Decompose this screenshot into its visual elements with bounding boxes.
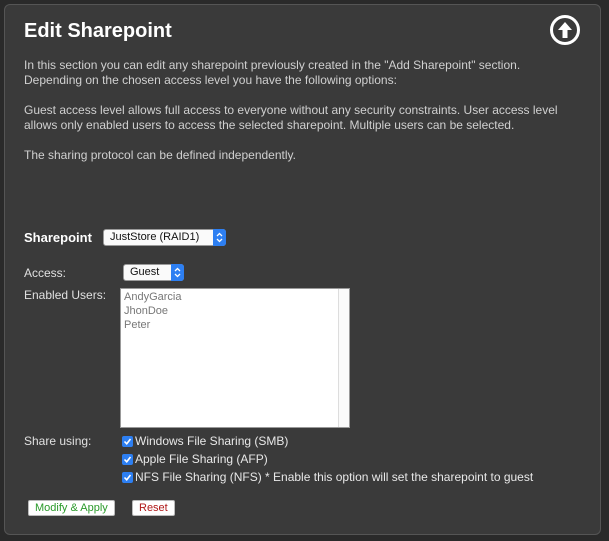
nfs-label: NFS File Sharing (NFS) * Enable this opt… bbox=[135, 470, 534, 484]
checkmark-icon bbox=[123, 474, 132, 481]
scroll-up-button[interactable] bbox=[550, 15, 580, 45]
nfs-checkbox[interactable] bbox=[122, 471, 133, 483]
access-select[interactable]: Guest bbox=[123, 264, 184, 281]
share-using-label: Share using: bbox=[24, 434, 92, 448]
sharepoint-label: Sharepoint bbox=[24, 230, 92, 245]
page-title: Edit Sharepoint bbox=[24, 20, 172, 42]
afp-label: Apple File Sharing (AFP) bbox=[135, 452, 268, 466]
updown-chevron-icon bbox=[171, 264, 184, 281]
modify-apply-button[interactable]: Modify & Apply bbox=[28, 500, 115, 516]
access-select-value: Guest bbox=[130, 266, 160, 278]
afp-checkbox[interactable] bbox=[122, 453, 133, 465]
edit-sharepoint-panel: Edit Sharepoint In this section you can … bbox=[4, 4, 601, 535]
description-paragraph-2: Guest access level allows full access to… bbox=[24, 103, 558, 132]
smb-option: Windows File Sharing (SMB) bbox=[122, 434, 288, 448]
checkmark-icon bbox=[123, 456, 132, 463]
nfs-option: NFS File Sharing (NFS) * Enable this opt… bbox=[122, 470, 533, 484]
description-paragraph-1: In this section you can edit any sharepo… bbox=[24, 58, 521, 87]
description-paragraph-3: The sharing protocol can be defined inde… bbox=[24, 148, 296, 162]
updown-chevron-icon bbox=[213, 229, 226, 246]
enabled-users-label: Enabled Users: bbox=[24, 288, 107, 302]
arrow-up-circle-icon bbox=[558, 22, 572, 38]
sharepoint-select-value: JustStore (RAID1) bbox=[110, 231, 200, 243]
checkmark-icon bbox=[123, 438, 132, 445]
reset-button[interactable]: Reset bbox=[132, 500, 175, 516]
list-item[interactable]: Peter bbox=[124, 318, 349, 332]
list-item[interactable]: JhonDoe bbox=[124, 304, 349, 318]
sharepoint-select[interactable]: JustStore (RAID1) bbox=[103, 229, 226, 246]
enabled-users-listbox[interactable]: AndyGarcia JhonDoe Peter bbox=[120, 288, 350, 428]
description: In this section you can edit any sharepo… bbox=[24, 58, 579, 178]
smb-label: Windows File Sharing (SMB) bbox=[135, 434, 289, 448]
access-label: Access: bbox=[24, 266, 67, 280]
scrollbar[interactable] bbox=[338, 289, 349, 427]
list-item[interactable]: AndyGarcia bbox=[124, 290, 349, 304]
smb-checkbox[interactable] bbox=[122, 435, 133, 447]
afp-option: Apple File Sharing (AFP) bbox=[122, 452, 268, 466]
